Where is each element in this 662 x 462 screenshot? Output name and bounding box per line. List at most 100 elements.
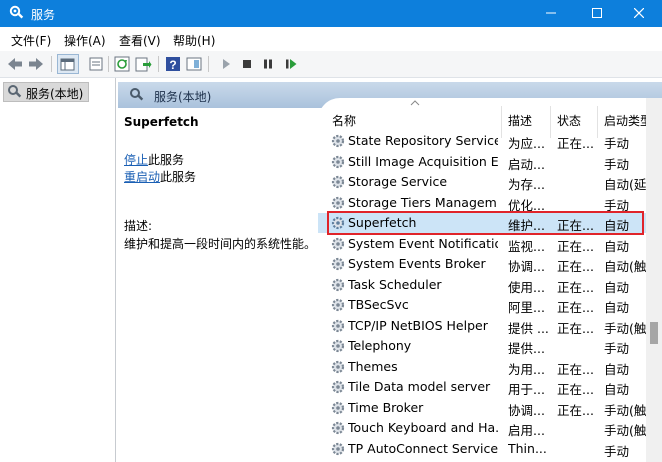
stop-service-link[interactable]: 停止 (124, 153, 148, 167)
vertical-scrollbar[interactable] (646, 98, 662, 462)
service-description: 启动... (508, 156, 545, 172)
service-status: 正在... (557, 361, 594, 377)
stop-service-action: 停止此服务 (124, 151, 184, 168)
refresh-icon (114, 56, 130, 72)
service-row[interactable]: Task Scheduler 使用... 正在... 自动 (318, 275, 654, 295)
service-description: 协调... (508, 259, 545, 274)
console-tree-button[interactable] (57, 54, 79, 74)
service-description: 使用... (508, 279, 545, 295)
service-name: System Events Broker (348, 256, 486, 271)
refresh-button[interactable] (113, 55, 131, 73)
properties-button[interactable] (87, 55, 105, 73)
service-status: 正在... (557, 320, 594, 336)
service-gear-icon (331, 339, 345, 353)
toolbar: ? (0, 51, 662, 78)
service-startup-type: 自动 (604, 238, 630, 254)
forward-button[interactable] (27, 55, 45, 73)
close-icon (634, 8, 644, 18)
service-startup-type: 手动(触 (604, 423, 647, 438)
service-name: TCP/IP NetBIOS Helper (348, 317, 488, 333)
toolbar-separator (208, 56, 209, 72)
service-row[interactable]: TBSecSvc 阿里... 正在... 自动 (318, 295, 654, 315)
close-button[interactable] (616, 0, 662, 27)
service-row[interactable]: Still Image Acquisition Ev... 启动... 手动 (318, 152, 654, 172)
properties-icon (89, 57, 103, 71)
service-startup-type: 手动 (604, 136, 630, 151)
menu-view[interactable]: 查看(V) (119, 32, 161, 49)
window-title: 服务 (31, 8, 56, 22)
start-service-button[interactable] (217, 55, 235, 73)
menu-help[interactable]: 帮助(H) (173, 32, 215, 49)
column-startup-label: 启动类型 (604, 114, 653, 128)
minimize-button[interactable] (528, 0, 574, 27)
service-startup-type: 手动(触 (604, 320, 647, 336)
menu-file[interactable]: 文件(F) (11, 32, 51, 49)
column-status-label: 状态 (557, 114, 582, 128)
help-button[interactable]: ? (164, 55, 182, 73)
service-name: TBSecSvc (348, 297, 409, 312)
service-row[interactable]: Tile Data model server 用于... 正在... 自动 (318, 377, 654, 397)
menu-bar: 文件(F) 操作(A) 查看(V) 帮助(H) (0, 27, 662, 51)
selected-row-highlight (327, 211, 644, 235)
service-row[interactable]: Themes 为用... 正在... 自动 (318, 357, 654, 377)
service-startup-type: 手动 (604, 443, 630, 459)
service-name: State Repository Service (348, 133, 498, 148)
services-gear-icon (9, 5, 24, 19)
column-description-label: 描述 (508, 114, 533, 128)
service-gear-icon (331, 155, 345, 168)
export-button[interactable] (134, 55, 152, 73)
restart-service-action: 重启动此服务 (124, 168, 196, 185)
console-tree: 服务(本地) (0, 78, 116, 462)
restart-service-suffix: 此服务 (160, 170, 197, 184)
service-gear-icon (331, 442, 345, 455)
service-name: System Event Notification... (348, 235, 498, 251)
service-row[interactable]: Touch Keyboard and Ha... 启用... 手动(触 (318, 418, 654, 438)
content-header-label: 服务(本地) (154, 90, 212, 104)
service-row[interactable]: Storage Service 为存... 自动(延 (318, 172, 654, 192)
restart-service-button[interactable] (282, 55, 300, 73)
back-button[interactable] (6, 55, 24, 73)
minimize-icon (546, 12, 556, 14)
toolbar-separator (51, 56, 52, 72)
service-row[interactable]: System Event Notification... 监视... 正在...… (318, 234, 654, 254)
stop-service-suffix: 此服务 (148, 153, 185, 167)
service-name: Task Scheduler (348, 276, 442, 292)
service-description: 为存... (508, 177, 545, 192)
service-status: 正在... (557, 382, 594, 397)
show-pane-icon (186, 57, 202, 71)
services-gear-icon (130, 88, 144, 101)
pause-service-button[interactable] (259, 55, 277, 73)
maximize-button[interactable] (574, 0, 620, 27)
service-startup-type: 自动 (604, 300, 630, 315)
service-row[interactable]: Telephony 提供... 手动 (318, 336, 654, 356)
service-name: Storage Service (348, 174, 448, 189)
view-pane-button[interactable] (185, 55, 203, 73)
service-row[interactable]: State Repository Service 为应... 正在... 手动 (318, 131, 654, 151)
service-startup-type: 自动 (604, 361, 630, 377)
service-gear-icon (331, 360, 345, 373)
service-description: 启用... (508, 423, 545, 438)
scrollbar-thumb[interactable] (650, 322, 658, 344)
description-text: 维护和提高一段时间内的系统性能。 (124, 237, 317, 251)
service-description: Thin... (508, 440, 547, 456)
service-status: 正在... (557, 238, 594, 254)
service-row[interactable]: Storage Tiers Managem... 优化... 手动 (318, 193, 654, 213)
service-name: Tile Data model server (348, 379, 491, 394)
restart-service-link[interactable]: 重启动 (124, 170, 160, 184)
service-row[interactable]: TCP/IP NetBIOS Helper 提供 ... 正在... 手动(触 (318, 316, 654, 336)
stop-service-button[interactable] (238, 55, 256, 73)
service-description: 用于... (508, 382, 545, 397)
maximize-icon (592, 8, 602, 18)
service-name: Time Broker (348, 399, 424, 415)
service-row[interactable]: TP AutoConnect Service Thin... 手动 (318, 439, 654, 459)
service-row[interactable]: System Events Broker 协调... 正在... 自动(触 (318, 254, 654, 274)
menu-action[interactable]: 操作(A) (64, 32, 106, 49)
service-gear-icon (331, 298, 345, 312)
service-description: 为用... (508, 361, 545, 377)
service-row[interactable]: Time Broker 协调... 正在... 手动(触 (318, 398, 654, 418)
service-status: 正在... (557, 279, 594, 295)
service-name: Touch Keyboard and Ha... (348, 420, 498, 435)
tree-node-services-local[interactable]: 服务(本地) (3, 82, 89, 102)
service-description: 提供... (508, 341, 545, 356)
service-name: Storage Tiers Managem... (348, 194, 498, 210)
